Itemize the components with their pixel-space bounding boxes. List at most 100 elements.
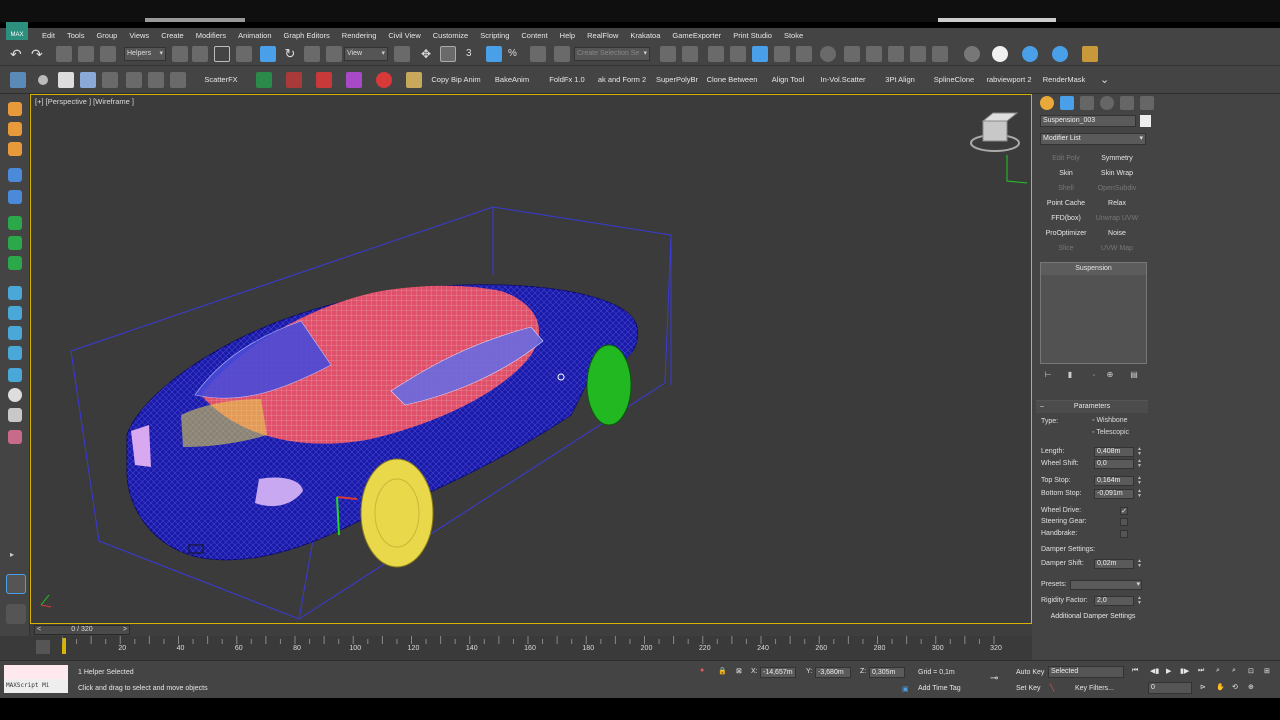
add-time-tag[interactable]: Add Time Tag bbox=[918, 685, 961, 692]
object-color-swatch[interactable] bbox=[1140, 115, 1151, 127]
brush-icon[interactable] bbox=[80, 72, 96, 88]
play-icon[interactable]: ▶ bbox=[1166, 667, 1171, 675]
additional-damper-button[interactable]: Additional Damper Settings bbox=[1041, 611, 1145, 623]
plugin-orange-icon[interactable] bbox=[1082, 46, 1098, 62]
handbrake-checkbox[interactable] bbox=[1120, 530, 1128, 538]
length-field[interactable]: 0,408m bbox=[1094, 447, 1134, 457]
dot-icon[interactable] bbox=[38, 75, 48, 85]
goto-end-icon[interactable]: ⏭ bbox=[1198, 667, 1204, 675]
tool-icon-8[interactable] bbox=[170, 72, 186, 88]
zoom-all-icon[interactable]: ⌕ bbox=[1232, 667, 1236, 675]
unlink-icon[interactable] bbox=[78, 46, 94, 62]
rigidity-field[interactable]: 2,0 bbox=[1094, 596, 1134, 606]
type-telescopic-radio[interactable]: ◦ Telescopic bbox=[1092, 429, 1129, 436]
wheel-shift-spinner[interactable]: ▲ ▼ bbox=[1137, 459, 1143, 469]
create-tab-icon[interactable] bbox=[1040, 96, 1054, 110]
menu-help[interactable]: Help bbox=[554, 31, 581, 40]
blue-tool-b-icon[interactable] bbox=[8, 306, 22, 320]
current-frame-field[interactable]: 0 bbox=[1148, 682, 1192, 694]
menu-realflow[interactable]: RealFlow bbox=[581, 31, 624, 40]
curve-editor-icon[interactable] bbox=[774, 46, 790, 62]
modifier-list-dropdown[interactable]: Modifier List bbox=[1040, 133, 1146, 145]
orbit-icon[interactable]: ⟲ bbox=[1232, 683, 1238, 691]
top-stop-spinner[interactable]: ▲ ▼ bbox=[1137, 476, 1143, 486]
next-frame-icon[interactable]: ▮▶ bbox=[1180, 667, 1189, 675]
undo-icon[interactable]: ↶ bbox=[10, 46, 26, 62]
z-coord-field[interactable]: 0,305m bbox=[869, 667, 905, 678]
mod-symmetry-button[interactable]: Symmetry bbox=[1092, 152, 1142, 165]
hand-icon[interactable] bbox=[406, 72, 422, 88]
mod-skin-wrap-button[interactable]: Skin Wrap bbox=[1092, 167, 1142, 180]
superpolybr-button[interactable]: SuperPolyBr bbox=[654, 72, 700, 88]
zoom-extents-all-icon[interactable]: ⊞ bbox=[1264, 667, 1270, 675]
viewport-layout2-icon[interactable] bbox=[6, 604, 26, 624]
align-icon[interactable] bbox=[682, 46, 698, 62]
rendered-frame-icon[interactable] bbox=[866, 46, 882, 62]
menu-print-studio[interactable]: Print Studio bbox=[727, 31, 778, 40]
redo-icon[interactable]: ↷ bbox=[31, 46, 47, 62]
tool-icon-5[interactable] bbox=[102, 72, 118, 88]
object-name-field[interactable]: Suspension_003 bbox=[1040, 115, 1136, 127]
mirror-icon[interactable] bbox=[660, 46, 676, 62]
bottom-stop-spinner[interactable]: ▲ ▼ bbox=[1137, 489, 1143, 499]
time-slider[interactable]: < 0 / 320 > bbox=[30, 624, 1032, 636]
wheel-shift-field[interactable]: 0,0 bbox=[1094, 459, 1134, 469]
bottom-stop-field[interactable]: -0,091m bbox=[1094, 489, 1134, 499]
select-rotate-icon[interactable]: ↻ bbox=[282, 46, 298, 62]
stack-item-suspension[interactable]: Suspension bbox=[1041, 263, 1146, 275]
select-object-icon[interactable] bbox=[172, 46, 188, 62]
create-shape-icon[interactable] bbox=[8, 102, 22, 116]
select-move-icon[interactable] bbox=[260, 46, 276, 62]
scatterfx-button[interactable]: ScatterFX bbox=[198, 72, 244, 88]
select-place-icon[interactable] bbox=[326, 46, 342, 62]
green-tool-b-icon[interactable] bbox=[8, 236, 22, 250]
wheel-drive-checkbox[interactable]: ✓ bbox=[1120, 507, 1128, 515]
purple-tool-icon[interactable] bbox=[346, 72, 362, 88]
red-tool-icon[interactable] bbox=[286, 72, 302, 88]
isolate-icon[interactable]: ● bbox=[700, 667, 704, 674]
rigidity-spinner[interactable]: ▲ ▼ bbox=[1137, 596, 1143, 606]
menu-edit[interactable]: Edit bbox=[36, 31, 61, 40]
type-wishbone-radio[interactable]: ◦ Wishbone bbox=[1092, 417, 1128, 424]
menu-krakatoa[interactable]: Krakatoa bbox=[624, 31, 666, 40]
lock-selection-icon[interactable]: 🔒 bbox=[718, 667, 727, 675]
menu-civil-view[interactable]: Civil View bbox=[382, 31, 426, 40]
zoom-icon[interactable]: ⌕ bbox=[1216, 667, 1220, 675]
remove-modifier-icon[interactable]: ⊕ bbox=[1104, 370, 1116, 380]
ref-coord-dropdown[interactable]: View bbox=[344, 47, 388, 61]
create-camera-icon[interactable] bbox=[8, 142, 22, 156]
app-logo-icon[interactable]: MAX bbox=[6, 22, 28, 40]
menu-content[interactable]: Content bbox=[515, 31, 553, 40]
mod-relax-button[interactable]: Relax bbox=[1092, 197, 1142, 210]
prev-frame-icon[interactable]: ◀▮ bbox=[1150, 667, 1159, 675]
y-coord-field[interactable]: -3,680m bbox=[815, 667, 851, 678]
layer-manager-icon[interactable] bbox=[708, 46, 724, 62]
poly-tool2-icon[interactable] bbox=[8, 190, 22, 204]
plugin-blue-icon[interactable] bbox=[1022, 46, 1038, 62]
motion-tab-icon[interactable] bbox=[1100, 96, 1114, 110]
mod-unwrap-uvw-button[interactable]: Unwrap UVW bbox=[1092, 212, 1142, 225]
tool-icon-7[interactable] bbox=[148, 72, 164, 88]
paint-tool-icon[interactable] bbox=[8, 430, 22, 444]
foldfx-button[interactable]: FoldFx 1.0 bbox=[544, 72, 590, 88]
goto-start-icon[interactable]: ⏮ bbox=[1132, 667, 1138, 675]
green-tool-a-icon[interactable] bbox=[8, 216, 22, 230]
spinner-snap-icon[interactable] bbox=[530, 46, 546, 62]
mod-prooptimizer-button[interactable]: ProOptimizer bbox=[1041, 227, 1091, 240]
mod-shell-button[interactable]: Shell bbox=[1041, 182, 1091, 195]
maxscript-listener[interactable]: MAXScript Mi bbox=[4, 679, 68, 693]
blue-tool-c-icon[interactable] bbox=[8, 326, 22, 340]
edit-named-selection-icon[interactable] bbox=[554, 46, 570, 62]
select-by-name-icon[interactable] bbox=[192, 46, 208, 62]
absolute-mode-icon[interactable]: ⊠ bbox=[736, 667, 742, 675]
material-editor-icon[interactable] bbox=[820, 46, 836, 62]
render-online-icon[interactable] bbox=[932, 46, 948, 62]
red-circle-icon[interactable] bbox=[376, 72, 392, 88]
grabviewport-button[interactable]: rabviewport 2 bbox=[984, 72, 1034, 88]
ribbon-icon[interactable] bbox=[752, 46, 768, 62]
splineclone-button[interactable]: SplineClone bbox=[930, 72, 978, 88]
auto-key-mode-dropdown[interactable]: Selected bbox=[1048, 666, 1124, 678]
time-tag-icon[interactable]: ▣ bbox=[902, 685, 909, 693]
selection-filter-dropdown[interactable]: Helpers bbox=[124, 47, 166, 61]
green-tool-c-icon[interactable] bbox=[8, 256, 22, 270]
